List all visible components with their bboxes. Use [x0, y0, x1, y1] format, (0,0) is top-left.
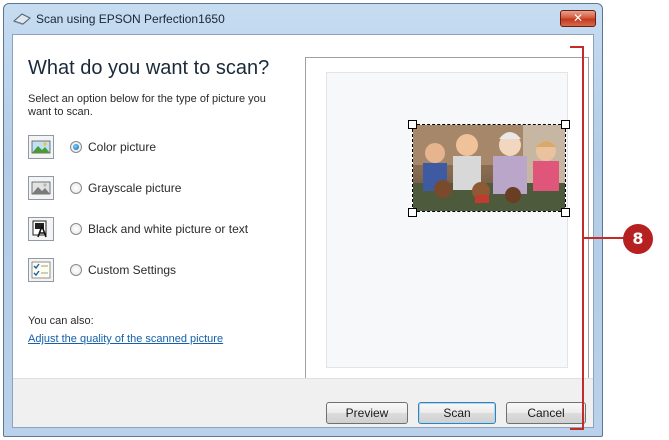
- scan-preview-area[interactable]: [305, 57, 589, 385]
- window-title: Scan using EPSON Perfection1650: [36, 12, 225, 26]
- grayscale-picture-icon: [28, 176, 54, 200]
- scan-dialog-window: Scan using EPSON Perfection1650 ✕ What d…: [3, 3, 603, 437]
- instructions-text: Select an option below for the type of p…: [28, 93, 266, 118]
- option-label: Custom Settings: [88, 263, 177, 277]
- crop-selection[interactable]: [412, 124, 566, 212]
- crop-handle-bottom-right[interactable]: [561, 208, 570, 217]
- dialog-client-area: What do you want to scan? Select an opti…: [12, 34, 594, 428]
- option-custom-settings[interactable]: Custom Settings: [28, 258, 298, 282]
- scanner-icon: [13, 13, 31, 25]
- callout-bracket: [570, 46, 584, 430]
- scanner-bed: [326, 72, 570, 368]
- preview-button[interactable]: Preview: [326, 402, 408, 424]
- adjust-quality-link[interactable]: Adjust the quality of the scanned pictur…: [28, 333, 223, 345]
- option-grayscale-picture[interactable]: Grayscale picture: [28, 176, 298, 200]
- crop-handle-bottom-left[interactable]: [408, 208, 417, 217]
- scan-button[interactable]: Scan: [418, 402, 496, 424]
- custom-settings-icon: [28, 258, 54, 282]
- callout-line: [584, 237, 626, 239]
- crop-handle-top-left[interactable]: [408, 120, 417, 129]
- page-title: What do you want to scan?: [28, 57, 270, 79]
- option-black-and-white[interactable]: Black and white picture or text: [28, 217, 298, 241]
- also-label: You can also:: [28, 315, 94, 327]
- color-picture-icon: [28, 135, 54, 159]
- title-bar: Scan using EPSON Perfection1650 ✕: [4, 4, 602, 34]
- radio-black-and-white[interactable]: [70, 223, 82, 235]
- option-label: Black and white picture or text: [88, 222, 249, 236]
- radio-color-picture[interactable]: [70, 141, 82, 153]
- close-button[interactable]: ✕: [560, 10, 596, 27]
- callout-number-badge: 8: [623, 224, 653, 254]
- radio-custom-settings[interactable]: [70, 264, 82, 276]
- crop-handle-top-right[interactable]: [561, 120, 570, 129]
- bw-text-icon: [28, 217, 54, 241]
- radio-grayscale-picture[interactable]: [70, 182, 82, 194]
- option-label: Grayscale picture: [88, 181, 182, 195]
- option-color-picture[interactable]: Color picture: [28, 135, 298, 159]
- option-label: Color picture: [88, 140, 157, 154]
